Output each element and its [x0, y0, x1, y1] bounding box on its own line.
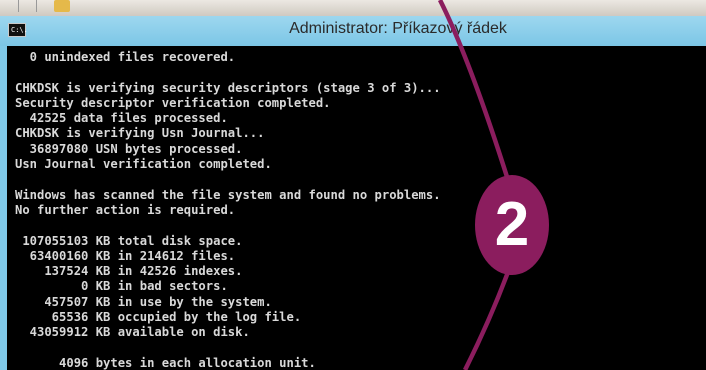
pointer-line-lower — [462, 271, 511, 370]
annotation-pointer-line — [437, 0, 511, 370]
annotation-badge: 2 — [475, 175, 549, 275]
pointer-line-upper — [437, 0, 511, 181]
